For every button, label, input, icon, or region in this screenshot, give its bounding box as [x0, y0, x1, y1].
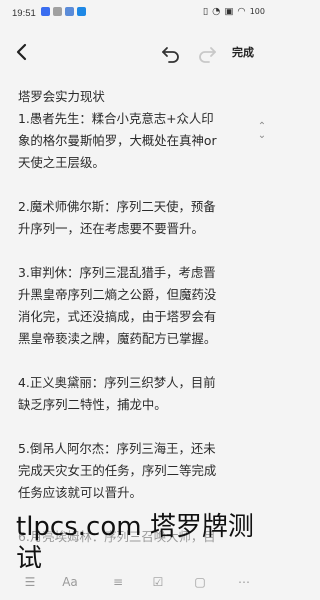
done-button[interactable]: 完成: [232, 44, 254, 60]
note-line: 象的格尔曼斯帕罗，大概处在真神or: [18, 133, 217, 148]
app-notification-icon: [53, 7, 62, 16]
note-line: 升黑皇帝序列二熵之公爵，但魔药没: [18, 287, 217, 302]
align-icon[interactable]: ≡: [110, 574, 126, 590]
battery-level: 100: [249, 7, 265, 16]
note-line: 消化完，式还没搞成，由于塔罗会有: [18, 309, 217, 324]
scroll-chevron-icon[interactable]: ⌃ ⌄: [257, 122, 267, 144]
format-toolbar: ☰ Aa ≡ ☑ ▢ ⋯: [0, 568, 273, 600]
note-body[interactable]: 塔罗会实力现状 1.愚者先生：糅合小克意志+众人印 象的格尔曼斯帕罗，大概处在真…: [18, 86, 258, 548]
note-line: 5.倒吊人阿尔杰：序列三海王，还未: [18, 441, 216, 456]
back-arrow-icon[interactable]: [12, 42, 32, 62]
todo-icon[interactable]: ☑: [150, 574, 166, 590]
status-time: 19:51: [12, 8, 36, 19]
sim-icon: ▣: [224, 6, 234, 17]
note-line: 任务应该就可以晋升。: [18, 485, 142, 500]
note-line: 升序列一，还在考虑要不要晋升。: [18, 221, 204, 236]
status-bar: 19:51 ▯ ◔ ▣ ◠ 100: [0, 0, 273, 26]
editor-toolbar: 完成: [0, 32, 273, 72]
checklist-icon[interactable]: ☰: [22, 574, 38, 590]
note-line: 完成天灾女王的任务，序列二等完成: [18, 463, 217, 478]
vibrate-icon: ▯: [202, 6, 209, 17]
notification-icons: [41, 7, 86, 16]
app-notification-icon: [65, 7, 74, 16]
app-notification-icon: [41, 7, 50, 16]
note-line: 黑皇帝亵渎之牌，魔药配方已掌握。: [18, 331, 217, 346]
status-indicators: ▯ ◔ ▣ ◠ 100: [203, 6, 265, 17]
note-line: 塔罗会实力现状: [18, 89, 105, 104]
note-line: 缺乏序列二特性，捕龙中。: [18, 397, 167, 412]
note-line: 天使之王层级。: [18, 155, 105, 170]
note-line: 4.正义奥黛丽：序列三织梦人，目前: [18, 375, 216, 390]
wifi-icon: ◠: [237, 6, 246, 17]
text-format-icon[interactable]: Aa: [62, 574, 78, 590]
watermark-text: tlpcs.com 塔罗牌测试: [16, 512, 254, 574]
note-line: 3.审判休：序列三混乱猎手，考虑晋: [18, 265, 216, 280]
image-icon[interactable]: ▢: [192, 574, 208, 590]
app-notification-icon: [77, 7, 86, 16]
note-line: 1.愚者先生：糅合小克意志+众人印: [18, 111, 214, 126]
more-icon[interactable]: ⋯: [236, 574, 252, 590]
note-line: 2.魔术师佛尔斯：序列二天使，预备: [18, 199, 216, 214]
redo-icon[interactable]: [196, 42, 218, 64]
alarm-icon: ◔: [212, 6, 221, 17]
undo-icon[interactable]: [160, 42, 182, 64]
